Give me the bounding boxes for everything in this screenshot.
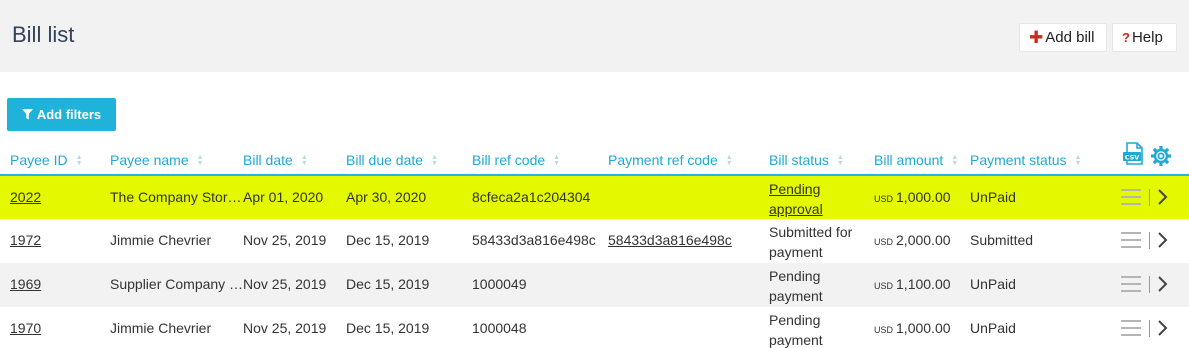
- column-header-bill-ref-code[interactable]: Bill ref code ▲ ▼: [472, 152, 560, 168]
- sort-icon: ▲ ▼: [196, 154, 204, 168]
- plus-icon: ✚: [1029, 28, 1044, 47]
- sort-icon: ▲ ▼: [553, 154, 561, 168]
- add-filters-button[interactable]: Add filters: [7, 98, 116, 131]
- svg-text:CSV: CSV: [1125, 154, 1140, 162]
- bill-date: Apr 01, 2020: [243, 189, 324, 205]
- sort-icon: ▲ ▼: [431, 154, 438, 168]
- action-divider: [1149, 189, 1150, 206]
- filter-icon: [21, 109, 33, 120]
- bill-status: Pending payment: [769, 268, 823, 304]
- payee-id-link[interactable]: 1972: [10, 232, 41, 248]
- bill-ref-code: 1000049: [472, 276, 527, 292]
- payee-name: Jimmie Chevrier: [110, 320, 212, 336]
- payee-name: Supplier Company …: [110, 276, 244, 292]
- bill-ref-code: 8cfeca2a1c204304: [472, 189, 591, 205]
- table-row[interactable]: 1969 Supplier Company … Nov 25, 2019 Dec…: [0, 263, 1189, 307]
- sort-icon: ▲ ▼: [951, 154, 959, 168]
- sort-icon: ▲ ▼: [836, 154, 844, 168]
- bill-ref-code: 1000048: [472, 320, 527, 336]
- table-header: Payee ID ▲ ▼ Payee name ▲ ▼ Bill date ▲ ▼ Bill…: [0, 144, 1189, 176]
- chevron-right-icon[interactable]: [1156, 188, 1168, 206]
- payment-status: UnPaid: [970, 276, 1016, 292]
- add-filters-label: Add filters: [36, 107, 102, 122]
- column-header-payee-name[interactable]: Payee name ▲ ▼: [110, 152, 204, 168]
- payment-status: UnPaid: [970, 189, 1016, 205]
- bill-amount: USD 1,000.00: [874, 320, 951, 336]
- bill-date: Nov 25, 2019: [243, 232, 327, 248]
- payee-id-link[interactable]: 2022: [10, 189, 41, 205]
- table-row[interactable]: 1970 Jimmie Chevrier Nov 25, 2019 Dec 15…: [0, 307, 1189, 348]
- chevron-right-icon[interactable]: [1156, 231, 1168, 249]
- column-header-payment-status[interactable]: Payment status ▲ ▼: [970, 152, 1081, 168]
- payment-ref-code[interactable]: 58433d3a816e498c: [608, 232, 732, 248]
- column-header-bill-amount[interactable]: Bill amount ▲ ▼: [874, 152, 958, 168]
- sort-icon: ▲ ▼: [1074, 154, 1082, 168]
- bill-due-date: Dec 15, 2019: [346, 232, 430, 248]
- bill-status: Submitted for payment: [769, 224, 853, 260]
- add-bill-button[interactable]: ✚ Add bill: [1019, 23, 1107, 52]
- bill-date: Nov 25, 2019: [243, 276, 327, 292]
- csv-export-icon[interactable]: CSV: [1122, 142, 1146, 166]
- payee-name: The Company Stor…: [110, 189, 242, 205]
- bill-due-date: Dec 15, 2019: [346, 320, 430, 336]
- sort-icon: ▲ ▼: [300, 154, 308, 168]
- gear-icon[interactable]: [1150, 145, 1172, 167]
- column-header-bill-due-date[interactable]: Bill due date ▲ ▼: [346, 152, 438, 168]
- bill-due-date: Apr 30, 2020: [346, 189, 427, 205]
- hamburger-menu-icon[interactable]: [1121, 320, 1141, 336]
- payment-status: Submitted: [970, 232, 1034, 248]
- sort-icon: ▲ ▼: [75, 154, 83, 168]
- page-title: Bill list: [12, 22, 75, 47]
- hamburger-menu-icon[interactable]: [1121, 189, 1141, 205]
- chevron-right-icon[interactable]: [1156, 275, 1168, 293]
- payee-name: Jimmie Chevrier: [110, 232, 212, 248]
- table-row[interactable]: 2022 The Company Stor… Apr 01, 2020 Apr …: [0, 176, 1189, 220]
- question-icon: ?: [1122, 30, 1130, 45]
- column-header-payee-id[interactable]: Payee ID ▲ ▼: [10, 152, 83, 168]
- add-bill-label: Add bill: [1045, 29, 1095, 46]
- top-bar: Bill list ✚ Add bill ? Help: [0, 0, 1189, 72]
- hamburger-menu-icon[interactable]: [1121, 232, 1141, 248]
- payee-id-link[interactable]: 1969: [10, 276, 41, 292]
- column-header-bill-date[interactable]: Bill date ▲ ▼: [243, 152, 308, 168]
- action-divider: [1149, 320, 1150, 337]
- table-row[interactable]: 1972 Jimmie Chevrier Nov 25, 2019 Dec 15…: [0, 219, 1189, 263]
- action-divider: [1149, 232, 1150, 249]
- bill-ref-code: 58433d3a816e498c: [472, 232, 596, 248]
- bill-amount: USD 2,000.00: [874, 232, 951, 248]
- bill-status-link[interactable]: Pending approval: [769, 179, 823, 219]
- help-label: Help: [1131, 29, 1163, 46]
- chevron-right-icon[interactable]: [1156, 319, 1168, 337]
- bill-amount: USD 1,100.00: [874, 276, 951, 292]
- payment-status: UnPaid: [970, 320, 1016, 336]
- bill-due-date: Dec 15, 2019: [346, 276, 430, 292]
- bill-date: Nov 25, 2019: [243, 320, 327, 336]
- help-button[interactable]: ? Help: [1112, 23, 1177, 52]
- action-divider: [1149, 276, 1150, 293]
- hamburger-menu-icon[interactable]: [1121, 276, 1141, 292]
- bill-status: Pending payment: [769, 312, 823, 348]
- column-header-payment-ref-code[interactable]: Payment ref code ▲ ▼: [608, 152, 733, 168]
- sort-icon: ▲ ▼: [725, 154, 733, 168]
- column-header-bill-status[interactable]: Bill status ▲ ▼: [769, 152, 844, 168]
- payee-id-link[interactable]: 1970: [10, 320, 41, 336]
- bill-amount: USD 1,000.00: [874, 189, 951, 205]
